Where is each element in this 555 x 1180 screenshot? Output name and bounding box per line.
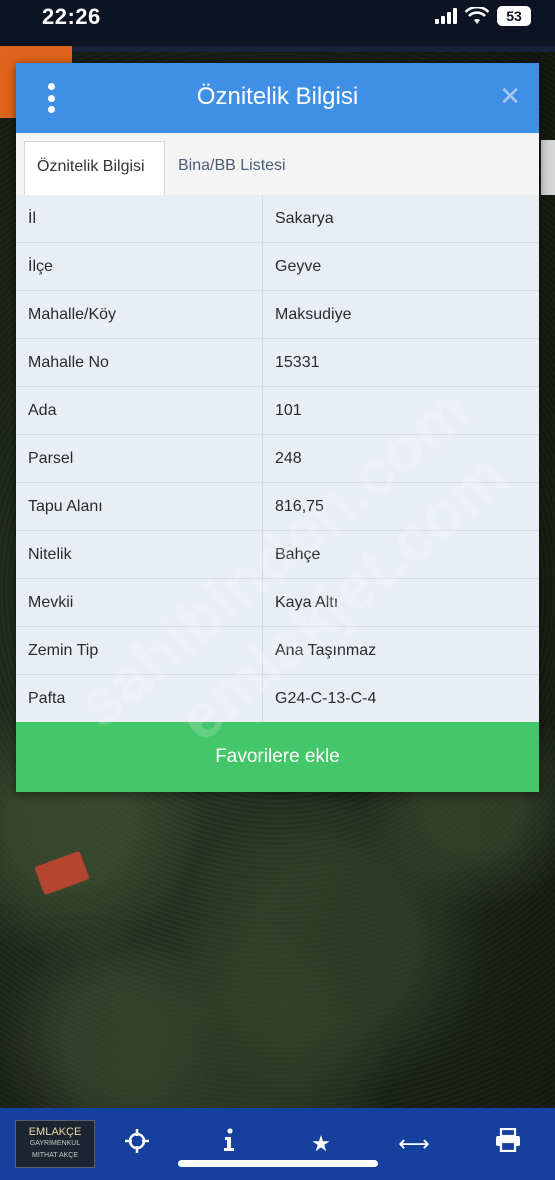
row-value: Kaya Altı [275, 594, 339, 611]
modal-title: Öznitelik Bilgisi [196, 83, 359, 110]
info-icon[interactable] [213, 1128, 245, 1160]
table-row: Ada 101 [16, 387, 539, 435]
crosshair-icon[interactable] [121, 1128, 153, 1160]
logo-line2: GAYRİMENKUL [29, 1140, 81, 1147]
row-value: Bahçe [275, 546, 321, 563]
tab-building-list[interactable]: Bina/BB Listesi [166, 141, 298, 195]
table-row: Mahalle No 15331 [16, 339, 539, 387]
table-row: Mahalle/Köy Maksudiye [16, 291, 539, 339]
bottom-toolbar: EMLAKÇE GAYRİMENKUL MİTHAT AKÇE ★ ⟷ [0, 1108, 555, 1180]
table-row: Nitelik Bahçe [16, 531, 539, 579]
row-value: 101 [275, 402, 302, 419]
attribute-modal: Öznitelik Bilgisi ✕ Öznitelik Bilgisi Bi… [16, 63, 539, 792]
status-icons: 53 [435, 6, 531, 26]
row-value: Geyve [275, 258, 322, 275]
attribute-table: İl Sakarya İlçe Geyve Mahalle/Köy Maksud… [16, 195, 539, 723]
arrows-horizontal-icon[interactable]: ⟷ [398, 1128, 430, 1160]
map-top-strip [72, 46, 555, 52]
status-bar: 22:26 53 [0, 0, 555, 46]
row-key: Mahalle/Köy [16, 291, 263, 338]
row-value: 816,75 [275, 498, 324, 515]
table-row: İl Sakarya [16, 195, 539, 243]
add-favorite-button[interactable]: Favorilere ekle [16, 722, 539, 792]
row-key: İlçe [16, 243, 263, 290]
row-key: İl [16, 195, 263, 242]
printer-icon[interactable] [492, 1127, 524, 1160]
scroll-indicator[interactable] [541, 140, 555, 195]
table-row: Zemin Tip Ana Taşınmaz [16, 627, 539, 675]
agency-logo: EMLAKÇE GAYRİMENKUL MİTHAT AKÇE [15, 1120, 95, 1168]
row-key: Tapu Alanı [16, 483, 263, 530]
row-key: Mevkii [16, 579, 263, 626]
row-value: 15331 [275, 354, 320, 371]
row-key: Zemin Tip [16, 627, 263, 674]
row-value: Maksudiye [275, 306, 352, 323]
row-value: Ana Taşınmaz [275, 642, 377, 659]
row-value: 248 [275, 450, 302, 467]
status-time: 22:26 [42, 4, 101, 29]
wifi-icon [465, 7, 489, 24]
signal-icon [435, 8, 457, 24]
star-icon[interactable]: ★ [305, 1128, 337, 1160]
table-row: Tapu Alanı 816,75 [16, 483, 539, 531]
modal-header: Öznitelik Bilgisi ✕ [16, 63, 539, 133]
row-key: Ada [16, 387, 263, 434]
row-value: G24-C-13-C-4 [275, 690, 377, 707]
logo-line1: EMLAKÇE [28, 1126, 82, 1138]
table-row: Mevkii Kaya Altı [16, 579, 539, 627]
modal-tabs: Öznitelik Bilgisi Bina/BB Listesi [16, 133, 539, 197]
row-value: Sakarya [275, 210, 334, 227]
table-row: Pafta G24-C-13-C-4 [16, 675, 539, 723]
table-row: İlçe Geyve [16, 243, 539, 291]
row-key: Mahalle No [16, 339, 263, 386]
tab-attribute-info[interactable]: Öznitelik Bilgisi [24, 141, 165, 197]
row-key: Pafta [16, 675, 263, 722]
row-key: Nitelik [16, 531, 263, 578]
table-row: Parsel 248 [16, 435, 539, 483]
row-key: Parsel [16, 435, 263, 482]
close-icon[interactable]: ✕ [499, 81, 521, 112]
home-indicator [178, 1160, 378, 1167]
battery-icon: 53 [497, 6, 531, 26]
logo-line3: MİTHAT AKÇE [31, 1152, 79, 1159]
